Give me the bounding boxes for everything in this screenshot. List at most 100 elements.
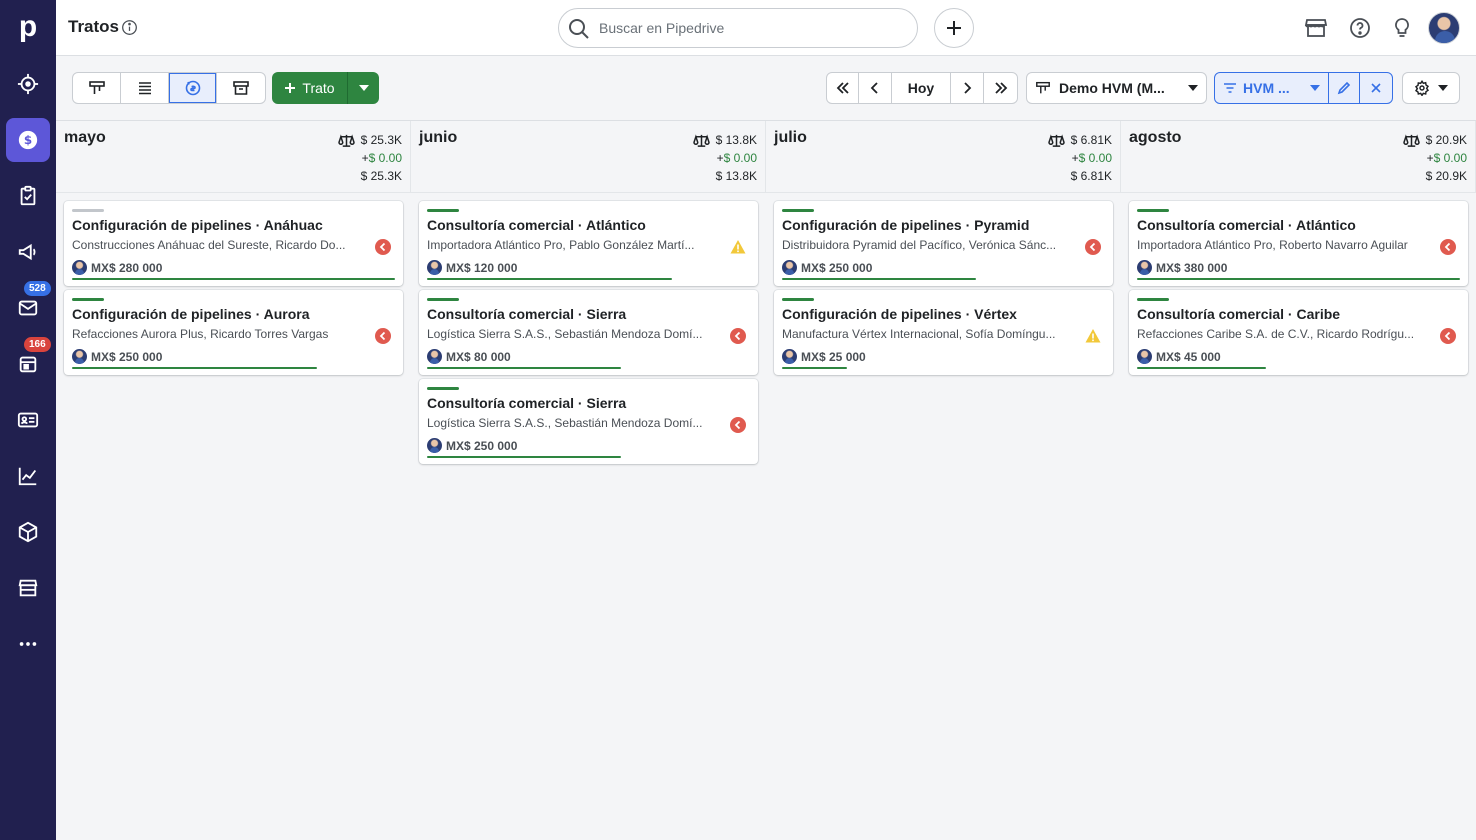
deal-value-row: MX$ 80 000 (427, 349, 511, 364)
sidebar-item-contacts[interactable] (6, 398, 50, 442)
deal-title[interactable]: Configuración de pipelines · Vértex (782, 306, 1017, 322)
search-input[interactable] (599, 18, 899, 38)
archive-icon (233, 81, 249, 95)
filter-selector[interactable]: HVM ... (1215, 73, 1329, 103)
chart-line-icon (18, 467, 37, 486)
pencil-icon (1337, 81, 1351, 95)
kanban-icon (88, 81, 105, 94)
deal-value: MX$ 45 000 (1156, 349, 1221, 364)
pipedrive-logo[interactable]: p (14, 10, 42, 44)
overdue-activity-icon[interactable] (1440, 239, 1456, 255)
weighted-value-row: $ 6.81K (1047, 131, 1112, 149)
contact-card-icon (17, 412, 39, 428)
stage-indicator (427, 209, 459, 212)
column-header: julio $ 6.81K +$ 0.00 $ 6.81K (766, 121, 1121, 193)
deal-organization-person: Importadora Atlántico Pro, Roberto Navar… (1137, 238, 1408, 252)
weighted-value: $ 20.9K (1425, 133, 1467, 147)
owner-avatar (427, 349, 442, 364)
deal-card[interactable]: Configuración de pipelines · Vértex Manuf… (774, 290, 1113, 375)
info-icon[interactable] (121, 19, 138, 36)
caret-down-icon (1310, 85, 1320, 91)
overdue-activity-icon[interactable] (375, 328, 391, 344)
deal-card[interactable]: Consultoría comercial · Sierra Logística … (419, 290, 758, 375)
overdue-activity-icon[interactable] (1440, 328, 1456, 344)
view-settings-button[interactable] (1402, 72, 1460, 104)
deal-organization-person: Refacciones Aurora Plus, Ricardo Torres … (72, 327, 329, 341)
deal-progress-bar (782, 367, 847, 369)
forecast-view-button[interactable] (169, 73, 217, 103)
column-title: julio (774, 129, 807, 146)
clear-filter-button[interactable] (1360, 73, 1392, 103)
warning-icon[interactable] (1085, 328, 1101, 344)
edit-filter-button[interactable] (1329, 73, 1360, 103)
overdue-activity-icon[interactable] (375, 239, 391, 255)
deal-card[interactable]: Consultoría comercial · Atlántico Importa… (419, 201, 758, 286)
pipeline-selector[interactable]: Demo HVM (M... (1026, 72, 1207, 104)
deal-title[interactable]: Configuración de pipelines · Pyramid (782, 217, 1029, 233)
deal-value: MX$ 380 000 (1156, 260, 1228, 275)
add-deal-button[interactable]: Trato (272, 72, 347, 104)
quick-add-button[interactable] (934, 8, 974, 48)
deal-card[interactable]: Consultoría comercial · Atlántico Importa… (1129, 201, 1468, 286)
deal-title[interactable]: Consultoría comercial · Caribe (1137, 306, 1340, 322)
previous-period-button[interactable] (859, 73, 892, 103)
deal-value-row: MX$ 250 000 (72, 349, 162, 364)
last-period-button[interactable] (984, 73, 1017, 103)
deal-progress-bar (1137, 278, 1460, 280)
deal-title[interactable]: Consultoría comercial · Sierra (427, 306, 626, 322)
overdue-activity-icon[interactable] (730, 417, 746, 433)
help-icon[interactable] (1348, 16, 1372, 40)
weighted-value-row: $ 13.8K (692, 131, 757, 149)
deal-organization-person: Distribuidora Pyramid del Pacífico, Veró… (782, 238, 1057, 252)
deal-value: MX$ 250 000 (91, 349, 163, 364)
sidebar-item-products[interactable] (6, 510, 50, 554)
weighted-value-row: $ 20.9K (1402, 131, 1467, 149)
search-box[interactable] (558, 8, 918, 48)
column-title: junio (419, 129, 458, 146)
list-view-button[interactable] (121, 73, 169, 103)
lightbulb-icon[interactable] (1390, 16, 1414, 40)
pipeline-view-button[interactable] (73, 73, 121, 103)
pipeline-name: Demo HVM (M... (1059, 80, 1165, 96)
sidebar-item-more[interactable] (6, 622, 50, 666)
board-column: julio $ 6.81K +$ 0.00 $ 6.81K Configuración … (766, 121, 1121, 840)
deal-title[interactable]: Consultoría comercial · Sierra (427, 395, 626, 411)
deal-value: MX$ 120 000 (446, 260, 518, 275)
today-button[interactable]: Hoy (892, 73, 951, 103)
sidebar-item-focus[interactable] (6, 62, 50, 106)
clipboard-check-icon (20, 185, 36, 206)
deal-card[interactable]: Configuración de pipelines · Anáhuac Cons… (64, 201, 403, 286)
marketplace-store-icon[interactable] (1304, 16, 1328, 40)
chevron-left-icon (870, 82, 878, 94)
deal-title[interactable]: Configuración de pipelines · Aurora (72, 306, 310, 322)
warning-icon[interactable] (730, 239, 746, 255)
deal-card[interactable]: Consultoría comercial · Caribe Refaccione… (1129, 290, 1468, 375)
filter-control: HVM ... (1214, 72, 1393, 104)
deal-card[interactable]: Consultoría comercial · Sierra Logística … (419, 379, 758, 464)
first-period-button[interactable] (827, 73, 859, 103)
deal-title[interactable]: Consultoría comercial · Atlántico (1137, 217, 1356, 233)
sidebar-item-marketplace[interactable] (6, 566, 50, 610)
sidebar-item-deals[interactable]: $ (6, 118, 50, 162)
calendar-icon (19, 356, 37, 373)
deal-organization-person: Logística Sierra S.A.S., Sebastián Mendo… (427, 327, 703, 341)
close-icon (1371, 83, 1381, 93)
sidebar-item-activities[interactable] (6, 174, 50, 218)
add-deal-dropdown[interactable] (347, 72, 379, 104)
user-avatar[interactable] (1428, 12, 1460, 44)
sidebar-item-insights[interactable] (6, 454, 50, 498)
overdue-activity-icon[interactable] (730, 328, 746, 344)
sidebar-item-campaigns[interactable] (6, 230, 50, 274)
archive-view-button[interactable] (217, 73, 265, 103)
deal-card[interactable]: Configuración de pipelines · Pyramid Dist… (774, 201, 1113, 286)
stage-indicator (1137, 209, 1169, 212)
calendar-count-badge: 166 (24, 337, 51, 352)
weighted-value-row: $ 25.3K (337, 131, 402, 149)
next-period-button[interactable] (951, 73, 984, 103)
deal-title[interactable]: Configuración de pipelines · Anáhuac (72, 217, 323, 233)
deal-title[interactable]: Consultoría comercial · Atlántico (427, 217, 646, 233)
overdue-activity-icon[interactable] (1085, 239, 1101, 255)
column-total: $ 20.9K (1425, 169, 1467, 183)
stage-indicator (72, 209, 104, 212)
deal-card[interactable]: Configuración de pipelines · Aurora Refac… (64, 290, 403, 375)
